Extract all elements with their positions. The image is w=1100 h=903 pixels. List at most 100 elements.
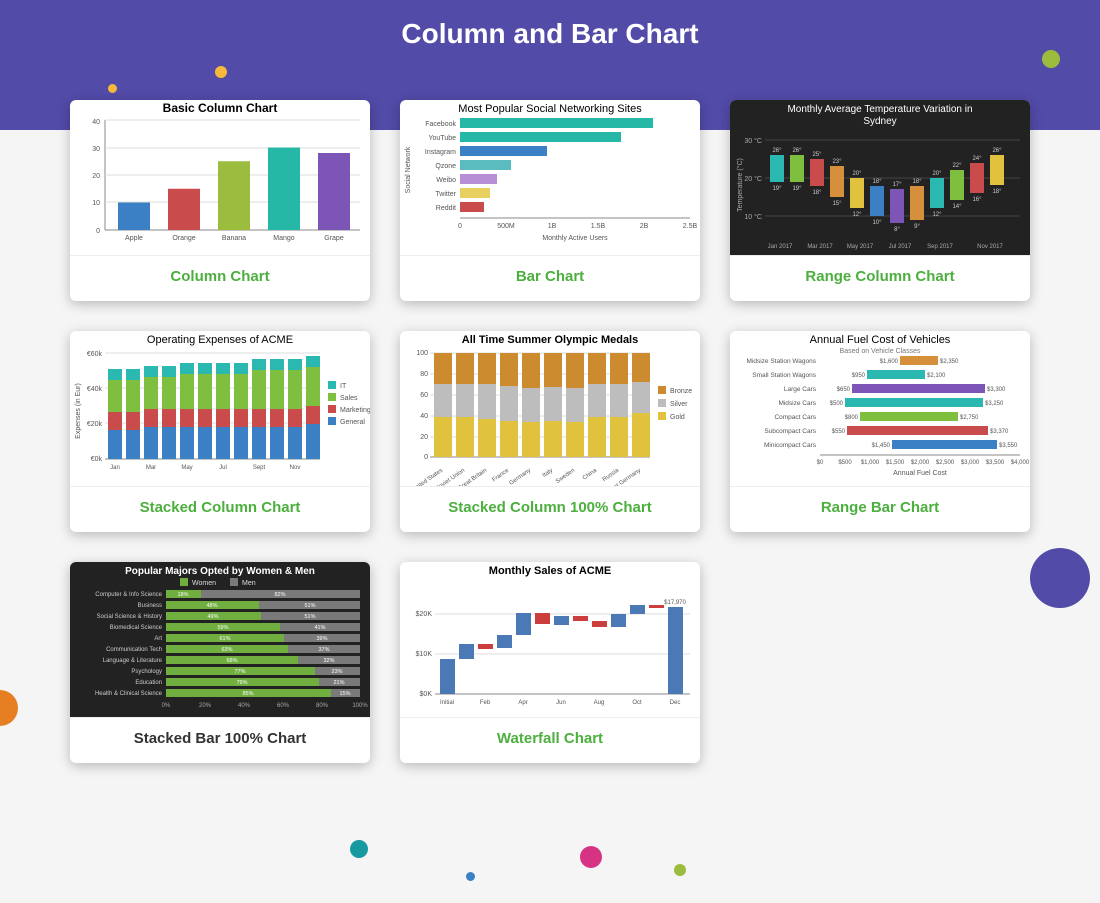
svg-text:Jun: Jun bbox=[556, 700, 566, 706]
svg-text:Apple: Apple bbox=[125, 235, 143, 242]
thumb-bar-chart: Most Popular Social Networking Sites Fac… bbox=[400, 100, 700, 256]
svg-text:Feb: Feb bbox=[480, 700, 491, 706]
thumb-stacked-100: All Time Summer Olympic Medals 1008060 4… bbox=[400, 331, 700, 487]
svg-text:24°: 24° bbox=[972, 156, 982, 162]
svg-text:$2,750: $2,750 bbox=[960, 415, 979, 421]
svg-text:68%: 68% bbox=[226, 658, 237, 664]
thumb-waterfall: Monthly Sales of ACME $20K$10K$0K bbox=[400, 562, 700, 718]
svg-text:59%: 59% bbox=[217, 625, 228, 631]
svg-text:$0: $0 bbox=[817, 460, 824, 466]
thumb-stacked-column: Operating Expenses of ACME Expenses (in … bbox=[70, 331, 370, 487]
svg-text:Grape: Grape bbox=[324, 235, 344, 242]
svg-text:Marketing: Marketing bbox=[340, 407, 370, 414]
svg-text:Midsize Station Wagons: Midsize Station Wagons bbox=[747, 358, 817, 365]
card-bar-chart[interactable]: Most Popular Social Networking Sites Fac… bbox=[400, 100, 700, 301]
svg-text:9°: 9° bbox=[914, 224, 920, 230]
card-range-bar-chart[interactable]: Annual Fuel Cost of Vehicles Based on Ve… bbox=[730, 331, 1030, 532]
svg-text:Facebook: Facebook bbox=[425, 121, 456, 128]
svg-text:19°: 19° bbox=[792, 186, 802, 192]
svg-text:Psychology: Psychology bbox=[131, 669, 162, 675]
svg-text:21%: 21% bbox=[333, 680, 344, 686]
svg-text:15°: 15° bbox=[832, 201, 842, 207]
svg-text:€0k: €0k bbox=[91, 456, 103, 463]
svg-text:YouTube: YouTube bbox=[428, 135, 456, 142]
svg-text:Mar 2017: Mar 2017 bbox=[807, 244, 833, 250]
svg-text:Compact Cars: Compact Cars bbox=[774, 414, 816, 421]
card-label: Stacked Column 100% Chart bbox=[400, 487, 700, 532]
svg-text:$2,000: $2,000 bbox=[911, 460, 930, 466]
svg-text:$2,100: $2,100 bbox=[927, 373, 946, 379]
svg-text:Aug: Aug bbox=[594, 700, 605, 706]
card-range-column-chart[interactable]: Monthly Average Temperature Variation in… bbox=[730, 100, 1030, 301]
svg-text:12°: 12° bbox=[852, 212, 862, 218]
svg-text:63%: 63% bbox=[221, 647, 232, 653]
svg-text:Sydney: Sydney bbox=[863, 116, 896, 127]
svg-text:Gold: Gold bbox=[670, 414, 685, 421]
svg-text:26°: 26° bbox=[792, 148, 802, 154]
svg-text:Sales: Sales bbox=[340, 395, 358, 402]
svg-text:Germany: Germany bbox=[508, 468, 532, 486]
svg-text:Operating Expenses of ACME: Operating Expenses of ACME bbox=[147, 334, 293, 346]
svg-text:Mango: Mango bbox=[273, 235, 295, 242]
svg-text:General: General bbox=[340, 419, 365, 426]
svg-text:2B: 2B bbox=[640, 223, 649, 230]
svg-text:51%: 51% bbox=[304, 603, 315, 609]
svg-text:Twitter: Twitter bbox=[435, 191, 456, 198]
svg-text:€40k: €40k bbox=[87, 386, 103, 393]
svg-text:40%: 40% bbox=[238, 703, 251, 709]
svg-text:82%: 82% bbox=[274, 592, 285, 598]
card-waterfall-chart[interactable]: Monthly Sales of ACME $20K$10K$0K bbox=[400, 562, 700, 763]
svg-text:Popular Majors Opted by Women: Popular Majors Opted by Women & Men bbox=[125, 566, 315, 577]
svg-text:18°: 18° bbox=[812, 190, 822, 196]
svg-text:23°: 23° bbox=[832, 159, 842, 165]
svg-text:20 °C: 20 °C bbox=[744, 175, 762, 183]
svg-text:$3,300: $3,300 bbox=[987, 387, 1006, 393]
svg-text:16°: 16° bbox=[972, 197, 982, 203]
svg-text:All Time Summer Olympic Medals: All Time Summer Olympic Medals bbox=[462, 334, 638, 346]
svg-text:1.5B: 1.5B bbox=[591, 223, 606, 230]
svg-text:Mar: Mar bbox=[146, 465, 156, 471]
svg-text:51%: 51% bbox=[304, 614, 315, 620]
svg-text:$650: $650 bbox=[837, 387, 851, 393]
svg-text:Women: Women bbox=[192, 580, 216, 587]
svg-text:Bronze: Bronze bbox=[670, 388, 692, 395]
svg-text:$1,450: $1,450 bbox=[872, 443, 891, 449]
svg-text:Health & Clinical Science: Health & Clinical Science bbox=[95, 691, 163, 697]
svg-text:$3,370: $3,370 bbox=[990, 429, 1009, 435]
svg-text:Sep 2017: Sep 2017 bbox=[927, 244, 953, 250]
svg-text:Sweden: Sweden bbox=[555, 468, 576, 485]
svg-text:$550: $550 bbox=[832, 429, 846, 435]
svg-text:2.5B: 2.5B bbox=[683, 223, 698, 230]
card-stacked-bar-100-chart[interactable]: Popular Majors Opted by Women & Men Wome… bbox=[70, 562, 370, 763]
svg-text:14°: 14° bbox=[952, 204, 962, 210]
svg-text:Art: Art bbox=[154, 636, 162, 642]
page-title: Column and Bar Chart bbox=[0, 0, 1100, 50]
svg-text:Computer & Info Science: Computer & Info Science bbox=[95, 592, 162, 598]
svg-text:$2,500: $2,500 bbox=[936, 460, 955, 466]
svg-text:26°: 26° bbox=[772, 148, 782, 154]
svg-text:20: 20 bbox=[92, 173, 100, 180]
card-stacked-column-100-chart[interactable]: All Time Summer Olympic Medals 1008060 4… bbox=[400, 331, 700, 532]
card-label: Stacked Bar 100% Chart bbox=[70, 718, 370, 763]
svg-text:Education: Education bbox=[135, 680, 162, 686]
card-column-chart[interactable]: Basic Column Chart 0 10 20 30 40 bbox=[70, 100, 370, 301]
card-label: Bar Chart bbox=[400, 256, 700, 301]
svg-text:500M: 500M bbox=[497, 223, 515, 230]
svg-text:15%: 15% bbox=[339, 691, 350, 697]
decor-dot bbox=[108, 84, 117, 93]
thumb-stacked-bar-100: Popular Majors Opted by Women & Men Wome… bbox=[70, 562, 370, 718]
svg-text:$0K: $0K bbox=[420, 691, 433, 698]
svg-text:77%: 77% bbox=[234, 669, 245, 675]
svg-text:Reddit: Reddit bbox=[436, 205, 456, 212]
svg-text:Russia: Russia bbox=[602, 467, 621, 483]
svg-text:Dec: Dec bbox=[670, 700, 681, 706]
svg-text:12°: 12° bbox=[932, 212, 942, 218]
svg-text:Midsize Cars: Midsize Cars bbox=[778, 400, 816, 407]
svg-text:$3,250: $3,250 bbox=[985, 401, 1004, 407]
svg-text:37%: 37% bbox=[318, 647, 329, 653]
svg-text:China: China bbox=[582, 467, 599, 481]
svg-text:19°: 19° bbox=[772, 186, 782, 192]
svg-text:10: 10 bbox=[92, 200, 100, 207]
card-stacked-column-chart[interactable]: Operating Expenses of ACME Expenses (in … bbox=[70, 331, 370, 532]
svg-text:0: 0 bbox=[96, 228, 100, 235]
